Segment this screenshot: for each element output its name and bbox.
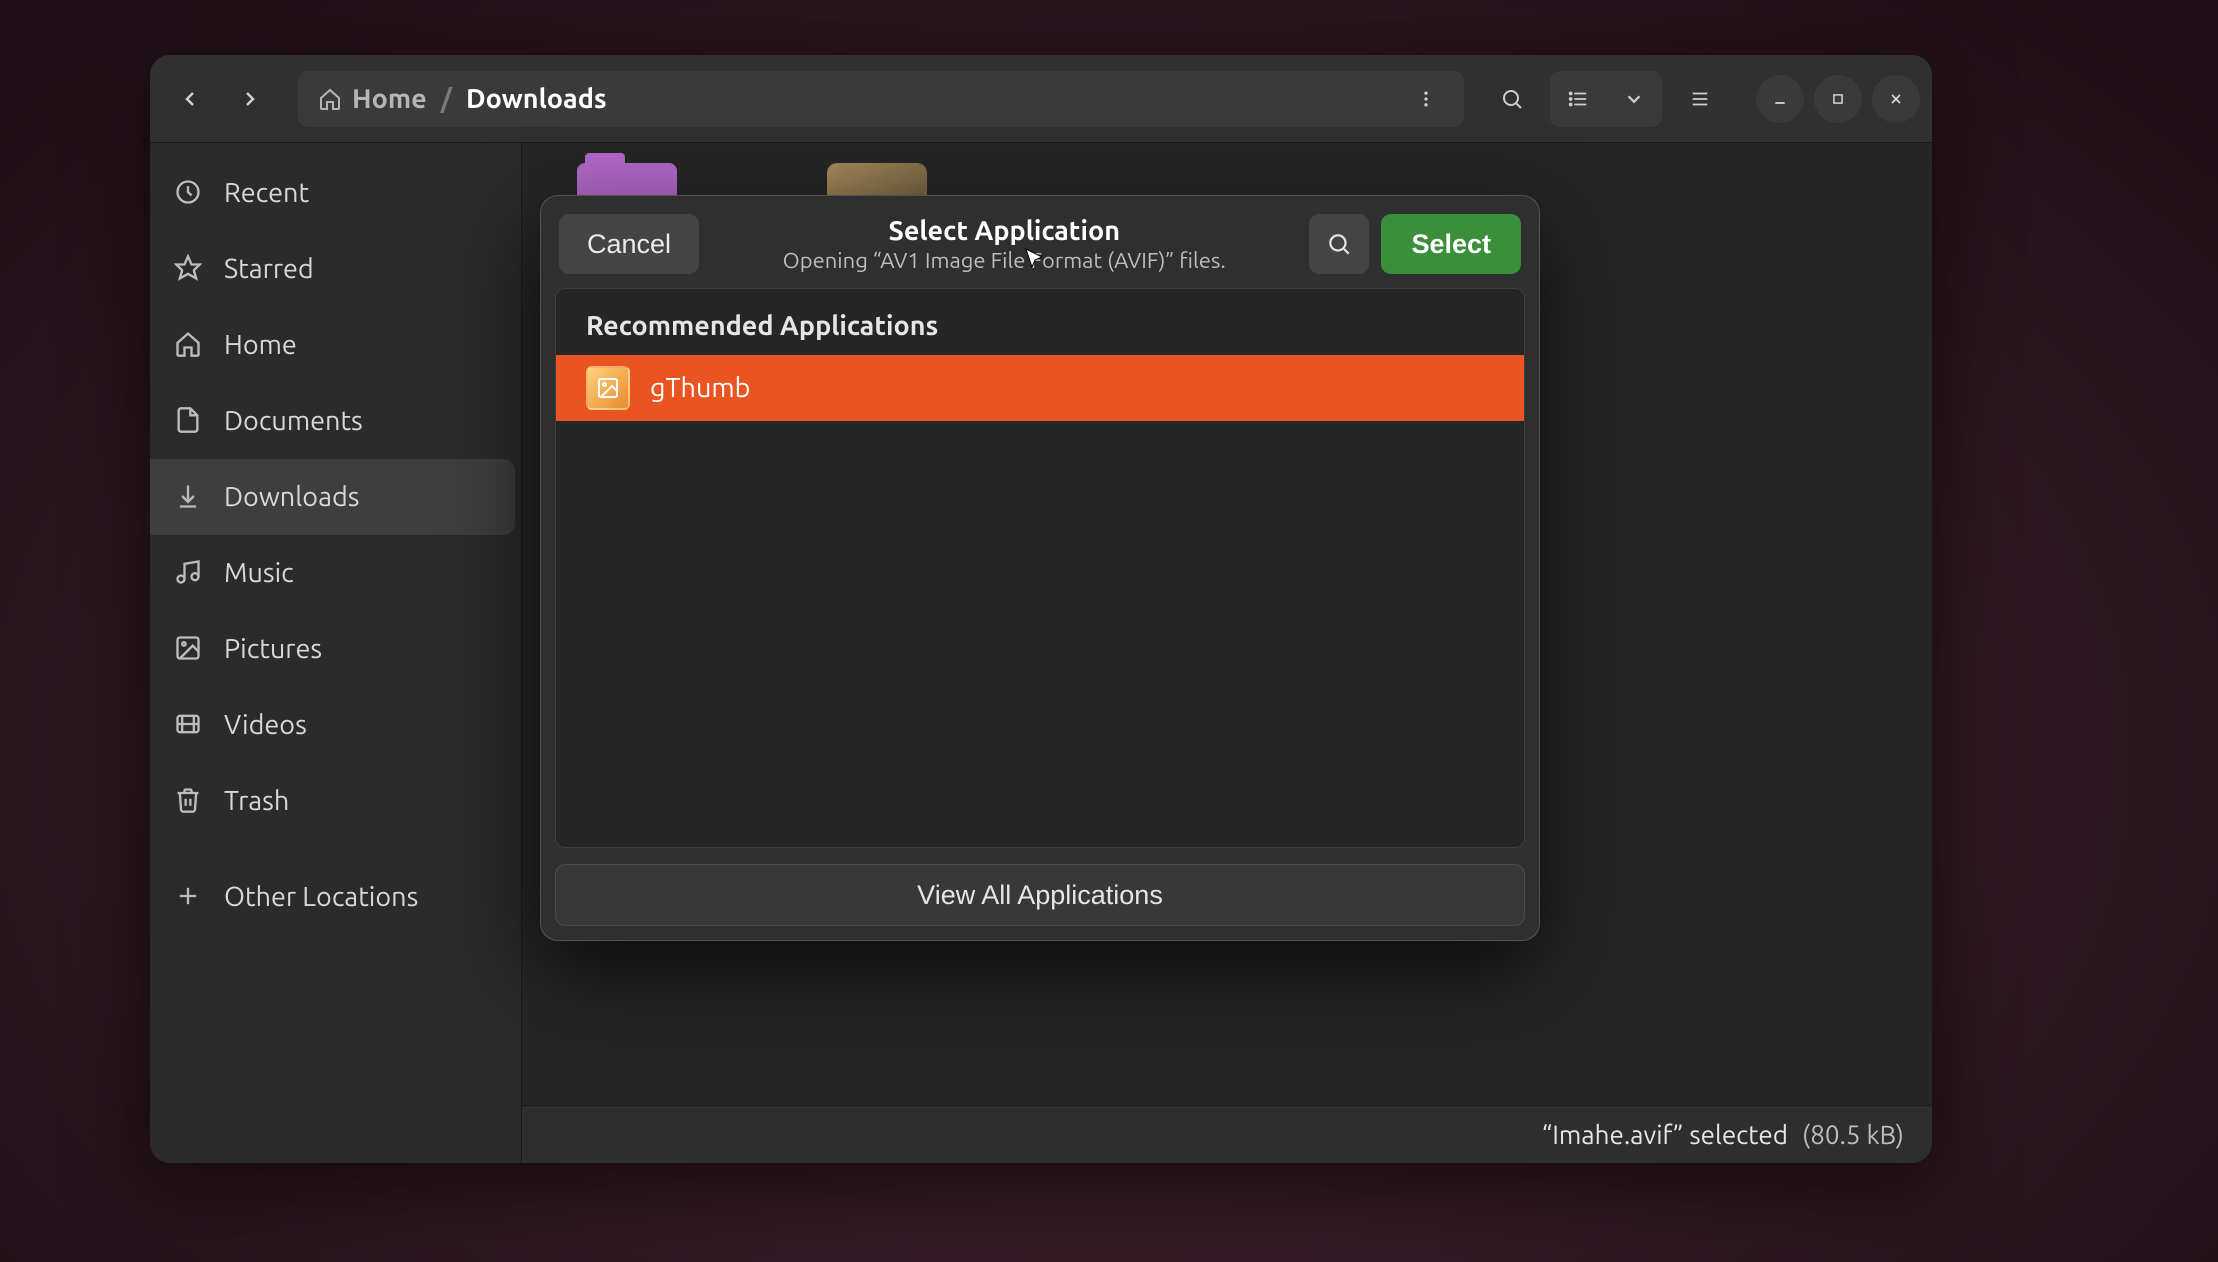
music-icon	[174, 558, 204, 588]
video-icon	[174, 710, 204, 740]
sidebar-item-label: Other Locations	[224, 882, 418, 912]
path-bar[interactable]: Home / Downloads	[298, 71, 1464, 127]
status-size-text: (80.5 kB)	[1802, 1120, 1904, 1149]
dialog-search-button[interactable]	[1309, 214, 1369, 274]
breadcrumb-separator: /	[441, 84, 452, 114]
sidebar-item-home[interactable]: Home	[150, 307, 515, 383]
sidebar-item-label: Trash	[224, 786, 289, 816]
chevron-right-icon	[238, 87, 262, 111]
dialog-header: Cancel Select Application Opening “AV1 I…	[555, 210, 1525, 288]
breadcrumb-home[interactable]: Home	[318, 84, 427, 114]
view-all-applications-button[interactable]: View All Applications	[555, 864, 1525, 926]
close-button[interactable]	[1872, 75, 1920, 123]
forward-button[interactable]	[222, 71, 278, 127]
select-button[interactable]: Select	[1381, 214, 1521, 274]
recent-icon	[174, 178, 204, 208]
dialog-app-list: Recommended Applications gThumb	[555, 288, 1525, 848]
path-menu-button[interactable]	[1408, 81, 1444, 117]
back-button[interactable]	[162, 71, 218, 127]
sidebar-item-recent[interactable]: Recent	[150, 155, 515, 231]
sidebar-item-downloads[interactable]: Downloads	[150, 459, 515, 535]
status-selection-text: “Imahe.avif” selected	[1542, 1120, 1788, 1149]
sidebar-item-trash[interactable]: Trash	[150, 763, 515, 839]
dialog-title-wrap: Select Application Opening “AV1 Image Fi…	[711, 216, 1297, 273]
sidebar-item-label: Documents	[224, 406, 363, 436]
select-application-dialog: Cancel Select Application Opening “AV1 I…	[540, 195, 1540, 941]
search-icon	[1326, 231, 1352, 257]
header-bar: Home / Downloads	[150, 55, 1932, 143]
sidebar-item-music[interactable]: Music	[150, 535, 515, 611]
maximize-icon	[1831, 92, 1845, 106]
hamburger-menu-button[interactable]	[1672, 71, 1728, 127]
sidebar-item-label: Starred	[224, 254, 314, 284]
dialog-subtitle: Opening “AV1 Image File Format (AVIF)” f…	[711, 248, 1297, 273]
sidebar-item-label: Downloads	[224, 482, 359, 512]
plus-icon	[174, 882, 204, 912]
minimize-button[interactable]	[1756, 75, 1804, 123]
chevron-down-icon	[1623, 88, 1645, 110]
sidebar-item-videos[interactable]: Videos	[150, 687, 515, 763]
sidebar-item-starred[interactable]: Starred	[150, 231, 515, 307]
sidebar-item-label: Recent	[224, 178, 309, 208]
list-view-button[interactable]	[1550, 71, 1606, 127]
chevron-left-icon	[178, 87, 202, 111]
cancel-button[interactable]: Cancel	[559, 214, 699, 274]
sidebar-item-label: Videos	[224, 710, 307, 740]
star-icon	[174, 254, 204, 284]
search-button[interactable]	[1484, 71, 1540, 127]
home-icon	[174, 330, 204, 360]
download-icon	[174, 482, 204, 512]
sidebar-item-label: Pictures	[224, 634, 322, 664]
gthumb-app-icon	[586, 366, 630, 410]
picture-icon	[174, 634, 204, 664]
maximize-button[interactable]	[1814, 75, 1862, 123]
header-right-controls	[1484, 71, 1920, 127]
recommended-section-label: Recommended Applications	[556, 289, 1524, 355]
breadcrumb-current[interactable]: Downloads	[466, 84, 607, 114]
sidebar-item-label: Home	[224, 330, 297, 360]
sidebar: Recent Starred Home Documents	[150, 143, 522, 1163]
view-options-button[interactable]	[1606, 71, 1662, 127]
trash-icon	[174, 786, 204, 816]
app-row-name: gThumb	[650, 373, 750, 403]
view-switcher	[1550, 71, 1662, 127]
dialog-title: Select Application	[711, 216, 1297, 246]
status-bar: “Imahe.avif” selected (80.5 kB)	[522, 1105, 1932, 1163]
sidebar-item-pictures[interactable]: Pictures	[150, 611, 515, 687]
app-row-gthumb[interactable]: gThumb	[556, 355, 1524, 421]
kebab-icon	[1416, 89, 1436, 109]
hamburger-icon	[1689, 88, 1711, 110]
minimize-icon	[1772, 91, 1788, 107]
sidebar-item-label: Music	[224, 558, 294, 588]
breadcrumb-home-label: Home	[352, 84, 427, 114]
home-icon	[318, 87, 342, 111]
window-controls	[1756, 75, 1920, 123]
sidebar-item-documents[interactable]: Documents	[150, 383, 515, 459]
sidebar-item-other-locations[interactable]: Other Locations	[150, 859, 515, 935]
search-icon	[1500, 87, 1524, 111]
document-icon	[174, 406, 204, 436]
close-icon	[1888, 91, 1904, 107]
nav-button-group	[162, 71, 278, 127]
list-icon	[1567, 88, 1589, 110]
